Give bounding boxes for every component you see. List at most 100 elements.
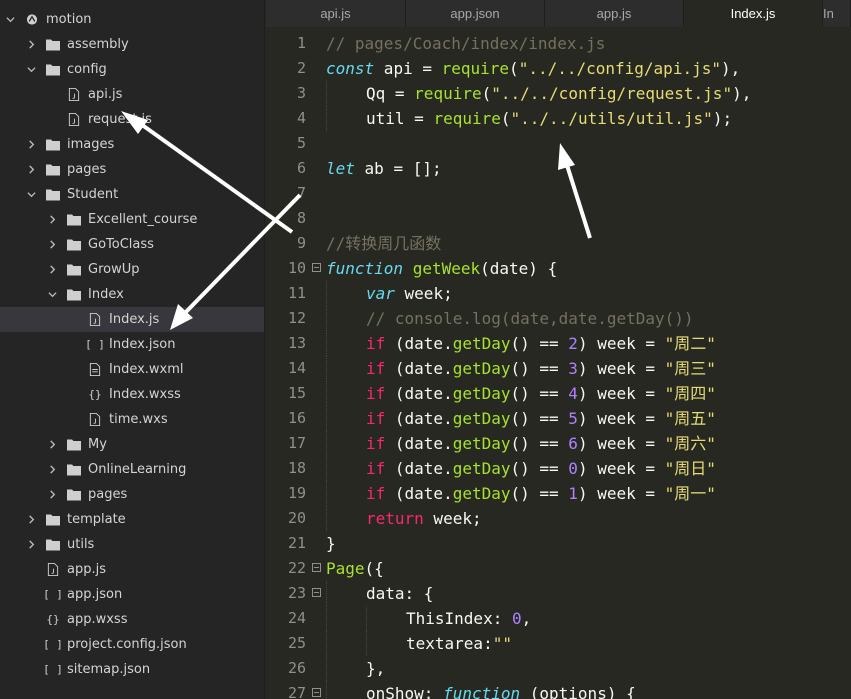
code-text: data: { xyxy=(366,581,433,606)
tree-item-images[interactable]: images xyxy=(0,132,264,157)
chevron-down-icon[interactable] xyxy=(25,189,37,201)
tree-item-index[interactable]: Index xyxy=(0,282,264,307)
code-token: function xyxy=(326,259,404,278)
tree-item-student[interactable]: Student xyxy=(0,182,264,207)
code-token: (date. xyxy=(385,434,453,453)
tree-item-label: project.config.json xyxy=(67,637,187,652)
tree-item-request-js[interactable]: request.js xyxy=(0,107,264,132)
code-token: let xyxy=(326,159,355,178)
tree-item-index-js[interactable]: Index.js xyxy=(0,307,264,332)
tree-item-index-wxss[interactable]: {} Index.wxss xyxy=(0,382,264,407)
chevron-right-icon[interactable] xyxy=(25,514,37,526)
chevron-down-icon[interactable] xyxy=(25,64,37,76)
code-line: 6 let ab = []; xyxy=(266,156,851,181)
code-token: "周六" xyxy=(664,434,716,453)
chevron-down-icon[interactable] xyxy=(46,289,58,301)
indent-guide xyxy=(326,81,328,106)
code-token: () == xyxy=(510,384,569,403)
tree-item-pages[interactable]: pages xyxy=(0,157,264,182)
code-token: // pages/Coach/index/index.js xyxy=(326,34,606,53)
indent-guide xyxy=(326,656,328,681)
tree-item-onlinelearning[interactable]: OnlineLearning xyxy=(0,457,264,482)
code-token: "../../config/request.js" xyxy=(491,84,733,103)
tree-item-assembly[interactable]: assembly xyxy=(0,32,264,57)
code-token: if xyxy=(366,384,386,403)
chevron-right-icon[interactable] xyxy=(25,139,37,151)
chevron-right-icon[interactable] xyxy=(46,439,58,451)
tree-item-app-wxss[interactable]: {} app.wxss xyxy=(0,607,264,632)
code-text: Qq = require("../../config/request.js"), xyxy=(366,81,751,106)
tab-app-json[interactable]: app.json xyxy=(406,0,545,27)
fold-toggle-icon[interactable] xyxy=(312,263,321,272)
file-explorer: motion assembly config api.js request.js imag… xyxy=(0,0,265,699)
fold-toggle-icon[interactable] xyxy=(312,688,321,697)
code-token: Qq = xyxy=(366,84,415,103)
folder-icon xyxy=(45,38,61,52)
fold-toggle-icon[interactable] xyxy=(312,563,321,572)
tree-item-index-json[interactable]: [ ] Index.json xyxy=(0,332,264,357)
line-number: 15 xyxy=(287,384,306,402)
code-token: ); xyxy=(712,109,733,128)
chevron-right-icon[interactable] xyxy=(46,264,58,276)
code-text: return week; xyxy=(366,506,482,531)
code-token: Page xyxy=(326,559,365,578)
chevron-right-icon[interactable] xyxy=(25,39,37,51)
code-token: ( xyxy=(481,84,492,103)
indent-guide xyxy=(366,631,368,656)
tree-item-growup[interactable]: GrowUp xyxy=(0,257,264,282)
folder-icon xyxy=(66,263,82,277)
tree-item-gotoclass[interactable]: GoToClass xyxy=(0,232,264,257)
tree-item-app-js[interactable]: app.js xyxy=(0,557,264,582)
code-token: getDay xyxy=(452,434,511,453)
chevron-right-icon[interactable] xyxy=(25,539,37,551)
tree-item-pages[interactable]: pages xyxy=(0,482,264,507)
tab-app-js[interactable]: app.js xyxy=(545,0,684,27)
line-number: 7 xyxy=(296,184,306,202)
tree-item-template[interactable]: template xyxy=(0,507,264,532)
tab-in[interactable]: In xyxy=(823,0,851,27)
chevron-right-icon[interactable] xyxy=(46,489,58,501)
chevron-right-icon[interactable] xyxy=(25,164,37,176)
chevron-right-icon[interactable] xyxy=(46,239,58,251)
code-line: 23 data: { xyxy=(266,581,851,606)
indent-guide xyxy=(326,681,328,699)
code-line: 17 if (date.getDay() == 6) week = "周六" xyxy=(266,431,851,456)
chevron-down-icon[interactable] xyxy=(4,14,16,26)
code-token: ({ xyxy=(364,559,384,578)
code-token: if xyxy=(366,409,386,428)
code-line: 12 // console.log(date,date.getDay()) xyxy=(266,306,851,331)
tab-index-js[interactable]: Index.js xyxy=(684,0,823,27)
tree-item-motion[interactable]: motion xyxy=(0,7,264,32)
tree-item-label: app.wxss xyxy=(67,612,128,627)
indent-guide xyxy=(326,356,328,381)
code-token: ), xyxy=(720,59,741,78)
tree-item-excellent-course[interactable]: Excellent_course xyxy=(0,207,264,232)
tree-item-time-wxs[interactable]: time.wxs xyxy=(0,407,264,432)
code-token: (date. xyxy=(385,409,453,428)
code-editor[interactable]: 1 // pages/Coach/index/index.js 2 const api… xyxy=(266,27,851,699)
tab-api-js[interactable]: api.js xyxy=(266,0,406,27)
line-number: 5 xyxy=(296,134,306,152)
code-text: let ab = []; xyxy=(326,156,442,181)
code-token: if xyxy=(366,334,386,353)
tree-item-config[interactable]: config xyxy=(0,57,264,82)
chevron-right-icon[interactable] xyxy=(46,464,58,476)
tree-item-utils[interactable]: utils xyxy=(0,532,264,557)
tree-item-app-json[interactable]: [ ] app.json xyxy=(0,582,264,607)
indent-guide xyxy=(326,456,328,481)
tree-item-index-wxml[interactable]: Index.wxml xyxy=(0,357,264,382)
tree-item-project-config-json[interactable]: [ ] project.config.json xyxy=(0,632,264,657)
code-text: //转换周几函数 xyxy=(326,231,441,256)
json-file-icon: [ ] xyxy=(43,638,63,651)
fold-toggle-icon[interactable] xyxy=(312,588,321,597)
tree-item-label: Excellent_course xyxy=(88,212,198,227)
line-number: 25 xyxy=(287,634,306,652)
tree-item-my[interactable]: My xyxy=(0,432,264,457)
tree-item-label: sitemap.json xyxy=(67,662,151,677)
code-token: ThisIndex: xyxy=(406,609,512,628)
js-file-icon xyxy=(45,563,61,577)
tree-item-api-js[interactable]: api.js xyxy=(0,82,264,107)
tree-item-sitemap-json[interactable]: [ ] sitemap.json xyxy=(0,657,264,682)
code-token: () == xyxy=(510,409,569,428)
chevron-right-icon[interactable] xyxy=(46,214,58,226)
